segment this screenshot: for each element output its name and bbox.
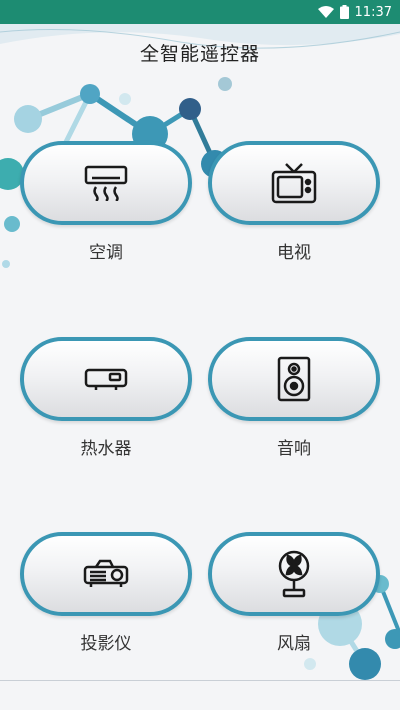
water-heater-button[interactable] [20, 337, 192, 421]
projector-icon [82, 559, 130, 589]
water-heater-icon [82, 367, 130, 391]
fan-label: 风扇 [277, 634, 311, 654]
page-title: 全智能遥控器 [139, 42, 260, 65]
battery-icon [339, 5, 349, 19]
air-conditioner-button[interactable] [20, 141, 192, 225]
air-conditioner-icon [82, 165, 130, 201]
title-bar: 全智能遥控器 [0, 24, 400, 80]
speaker-label: 音响 [277, 439, 311, 459]
status-bar: 11:37 [0, 0, 400, 24]
speaker-icon [277, 356, 311, 402]
wifi-icon [317, 6, 334, 18]
projector-label: 投影仪 [80, 634, 132, 654]
tv-button[interactable] [208, 141, 380, 225]
fan-icon [276, 550, 312, 598]
water-heater-label: 热水器 [80, 439, 132, 459]
tv-icon [271, 162, 317, 204]
tv-label: 电视 [277, 243, 311, 263]
fan-button[interactable] [208, 532, 380, 616]
projector-button[interactable] [20, 532, 192, 616]
status-time: 11:37 [354, 4, 392, 20]
bottom-divider [0, 680, 400, 681]
speaker-button[interactable] [208, 337, 380, 421]
air-conditioner-label: 空调 [89, 243, 123, 263]
